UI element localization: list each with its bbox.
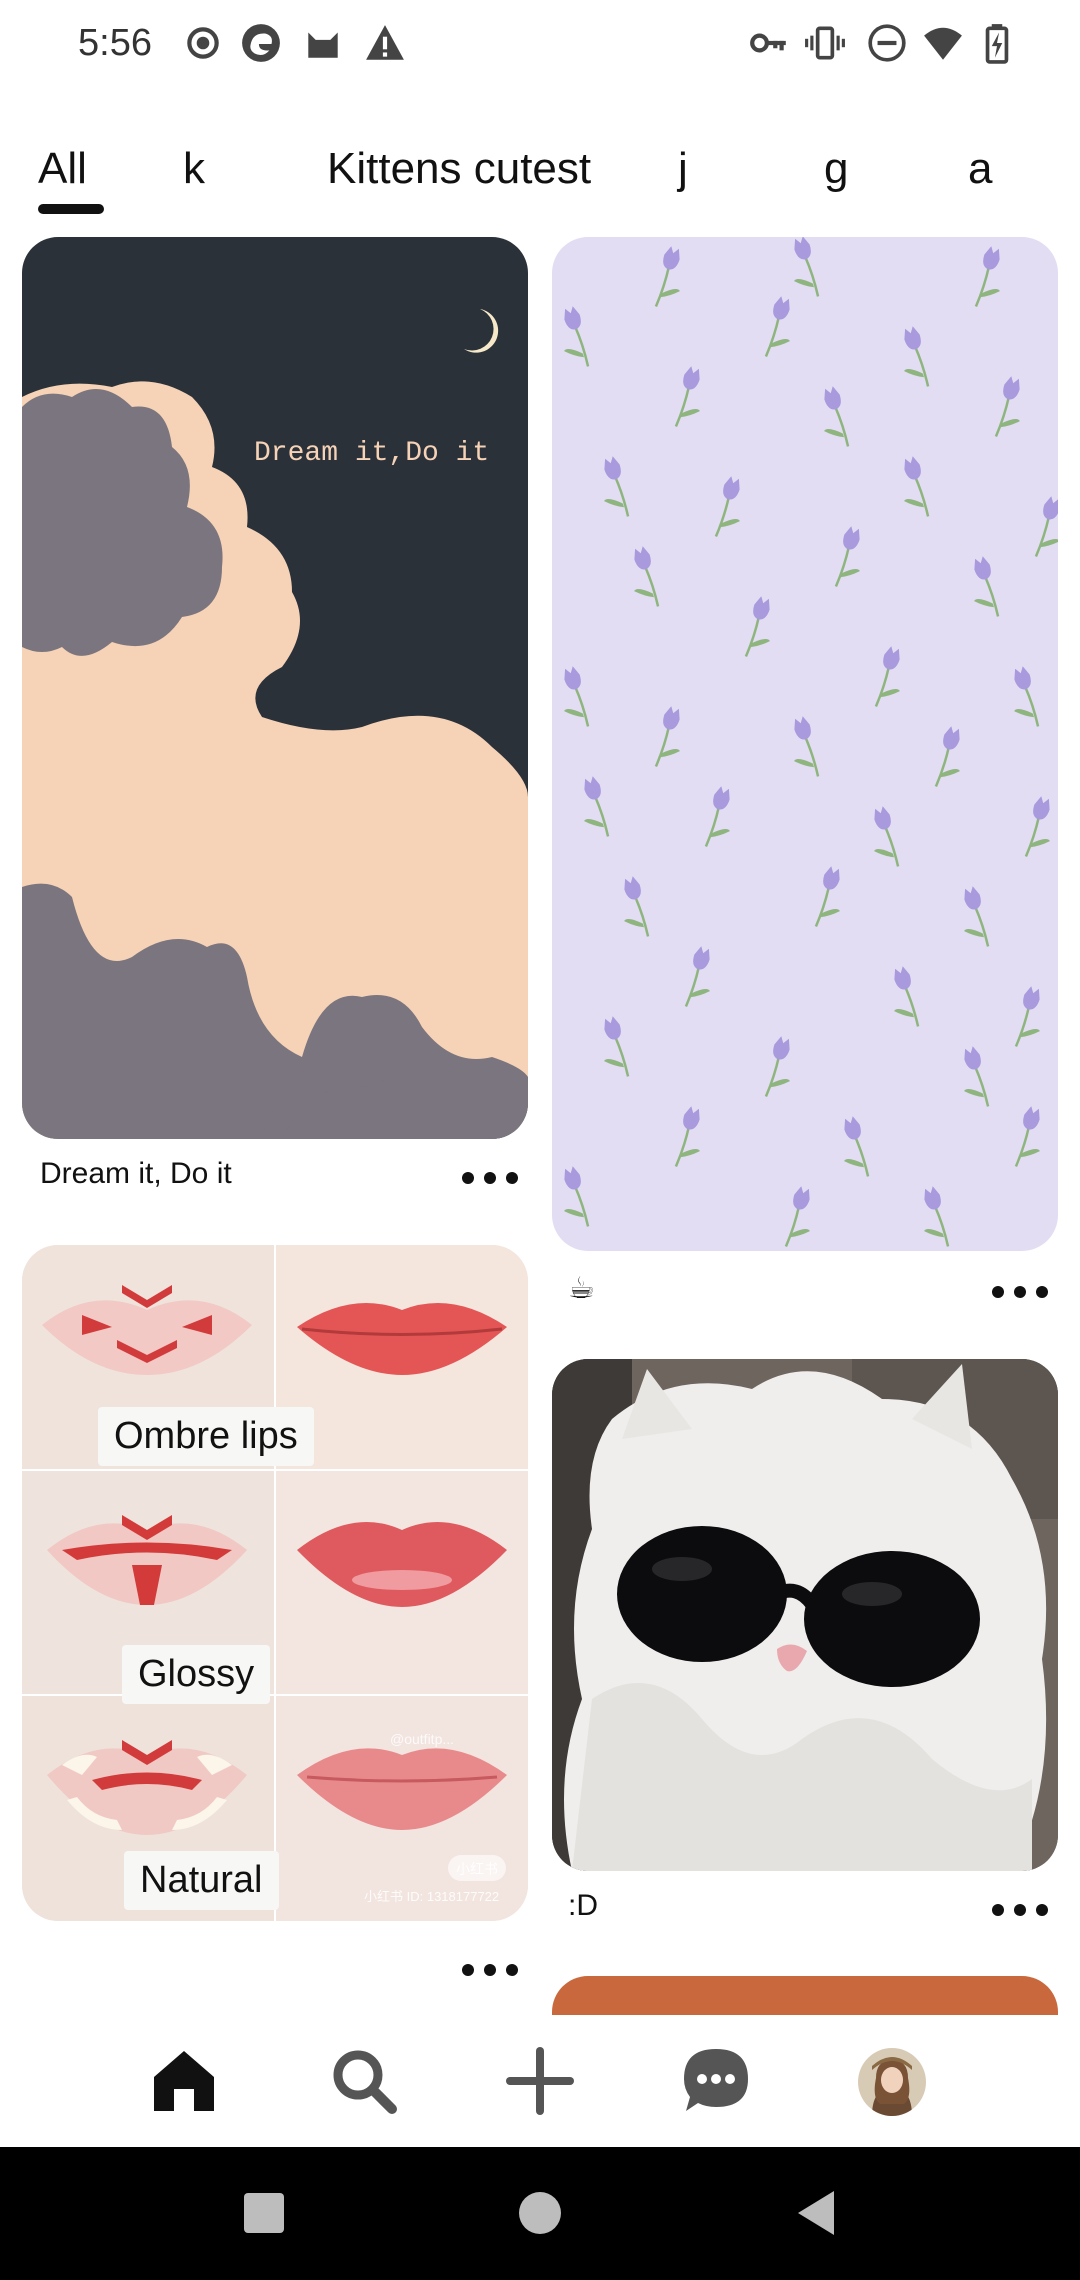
tab-kittens-cutest[interactable]: Kittens cutest	[327, 144, 591, 194]
more-options-button[interactable]	[462, 1163, 518, 1193]
tulip-decoration	[974, 246, 1000, 307]
tulip-decoration	[994, 376, 1020, 437]
tulip-decoration	[904, 456, 930, 517]
cat-app-icon	[302, 22, 344, 64]
tab-k[interactable]: k	[183, 144, 205, 194]
more-options-button[interactable]	[462, 1955, 518, 1985]
do-not-disturb-icon	[866, 22, 908, 64]
tulip-decoration	[784, 1186, 810, 1247]
pin-image-tulips[interactable]	[552, 237, 1058, 1251]
tulip-decoration	[934, 726, 960, 787]
tulip-decoration	[1014, 666, 1040, 727]
dream-image-text: Dream it,Do it	[254, 438, 490, 469]
tulip-decoration	[584, 776, 610, 837]
more-options-button[interactable]	[992, 1277, 1048, 1307]
tulip-decoration	[714, 476, 740, 537]
home-icon[interactable]	[148, 2045, 220, 2117]
pin-feed[interactable]: Dream it,Do it Dream it, Do it ☕ Ombre l…	[0, 225, 1080, 2015]
tulip-decoration	[874, 806, 900, 867]
tulip-decoration	[564, 1166, 590, 1227]
back-button[interactable]	[790, 2187, 842, 2239]
profile-avatar[interactable]	[858, 2048, 926, 2116]
tulip-decoration	[624, 876, 650, 937]
tab-j[interactable]: j	[678, 144, 688, 194]
tulip-decoration	[1034, 496, 1058, 557]
tulip-decoration	[844, 1116, 870, 1177]
pin-title: ☕	[568, 1272, 595, 1305]
tulip-decoration	[764, 296, 790, 357]
key-icon	[748, 22, 790, 64]
tulip-decoration	[764, 1036, 790, 1097]
warning-icon	[364, 22, 406, 64]
system-navigation-bar	[0, 2147, 1080, 2280]
tulip-decoration	[974, 556, 1000, 617]
vibrate-icon	[804, 22, 846, 64]
tulip-decoration	[924, 1186, 950, 1247]
tulip-decoration	[894, 966, 920, 1027]
pin-image-partial[interactable]	[552, 1976, 1058, 2015]
edge-browser-icon	[240, 22, 282, 64]
board-tabs: All k Kittens cutest j g a	[0, 130, 1080, 220]
pin-image-cat[interactable]	[552, 1359, 1058, 1871]
wifi-icon	[922, 22, 964, 64]
lip-label-glossy: Glossy	[122, 1645, 271, 1704]
messages-icon[interactable]	[680, 2045, 752, 2117]
tulip-decoration	[794, 716, 820, 777]
pin-title: Dream it, Do it	[40, 1157, 232, 1190]
tulip-decoration	[604, 456, 630, 517]
lip-label-natural: Natural	[124, 1851, 279, 1910]
id-text: 小红书 ID: 1318177722	[364, 1889, 500, 1904]
tulip-decoration	[634, 546, 660, 607]
tulip-decoration	[814, 866, 840, 927]
tulip-decoration	[834, 526, 860, 587]
recents-button[interactable]	[238, 2187, 290, 2239]
tulip-decoration	[674, 1106, 700, 1167]
search-icon[interactable]	[328, 2045, 400, 2117]
home-button[interactable]	[514, 2187, 566, 2239]
tulip-decoration	[1024, 796, 1050, 857]
lip-label-ombre: Ombre lips	[98, 1407, 314, 1466]
tulip-decoration	[874, 646, 900, 707]
battery-charging-icon	[976, 22, 1018, 64]
watermark-text: @outfitp...	[390, 1731, 455, 1747]
brand-logo: 小红书	[456, 1861, 498, 1877]
tulip-decoration	[964, 886, 990, 947]
create-icon[interactable]	[504, 2045, 576, 2117]
status-time: 5:56	[78, 22, 152, 64]
tulip-decoration	[604, 1016, 630, 1077]
tulip-decoration	[564, 666, 590, 727]
pin-title: :D	[568, 1889, 598, 1922]
record-icon	[182, 22, 224, 64]
tulip-decoration	[1014, 986, 1040, 1047]
tulip-decoration	[654, 706, 680, 767]
status-bar: 5:56	[0, 0, 1080, 90]
tab-selected-indicator	[38, 204, 104, 214]
tulip-decoration	[654, 246, 680, 307]
tulip-decoration	[904, 326, 930, 387]
tulip-decoration	[824, 386, 850, 447]
more-options-button[interactable]	[992, 1895, 1048, 1925]
tab-a[interactable]: a	[968, 144, 992, 194]
tulip-decoration	[674, 366, 700, 427]
tulip-decoration	[964, 1046, 990, 1107]
tulip-decoration	[744, 596, 770, 657]
tab-all[interactable]: All	[38, 144, 87, 194]
tab-g[interactable]: g	[824, 144, 848, 194]
tulip-decoration	[564, 306, 590, 367]
tulip-decoration	[794, 237, 820, 297]
tulip-decoration	[684, 946, 710, 1007]
tulip-decoration	[1014, 1106, 1040, 1167]
pin-image-lips[interactable]: Ombre lips Glossy Natural @outfitp... 小红…	[22, 1245, 528, 1921]
tulip-decoration	[704, 786, 730, 847]
pin-image-dream[interactable]: Dream it,Do it	[22, 237, 528, 1139]
